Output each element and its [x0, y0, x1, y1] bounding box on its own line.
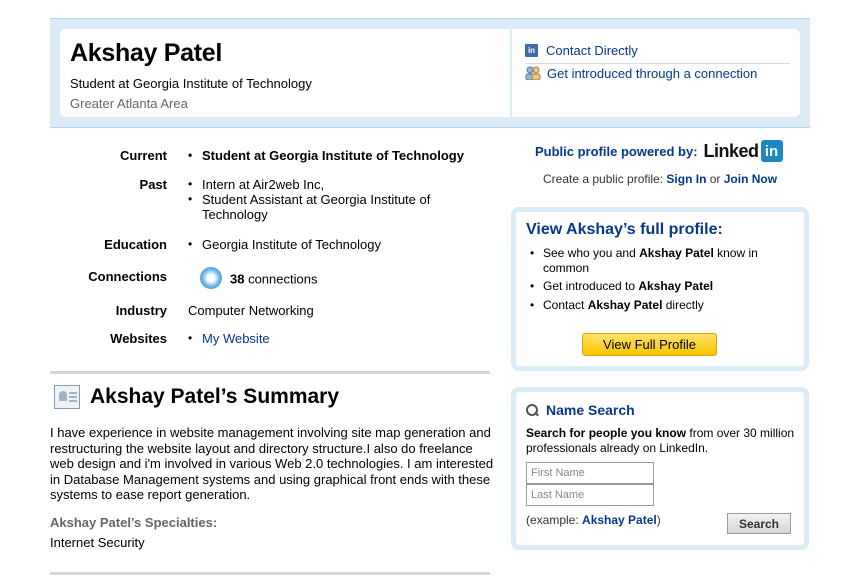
get-introduced-row[interactable]: Get introduced through a connection [525, 64, 790, 82]
detail-label-education: Education [104, 237, 167, 252]
specialties-heading: Akshay Patel’s Specialties: [50, 515, 218, 530]
header-divider [510, 29, 512, 117]
connections-icon [200, 267, 222, 289]
contact-block: in Contact Directly Get introduced throu… [525, 41, 790, 82]
website-item: My Website [188, 331, 488, 346]
connections-count: 38 [230, 271, 245, 287]
my-website-link[interactable]: My Website [202, 331, 270, 346]
summary-icon [54, 385, 80, 409]
item-pre: Get introduced to [543, 279, 639, 293]
profile-location: Greater Atlanta Area [70, 96, 188, 111]
industry-value: Computer Networking [188, 303, 314, 318]
join-now-link[interactable]: Join Now [724, 172, 777, 186]
sign-in-link[interactable]: Sign In [666, 172, 706, 186]
past-list: Intern at Air2web Inc, Student Assistant… [188, 177, 448, 222]
name-search-panel: Name Search Search for people you know f… [511, 387, 809, 550]
or-text: or [706, 172, 724, 186]
education-item: Georgia Institute of Technology [188, 237, 488, 252]
current-item: Student at Georgia Institute of Technolo… [188, 148, 488, 163]
full-profile-item: See who you and Akshay Patel know in com… [530, 246, 792, 275]
powered-by: Public profile powered by: Linked in [535, 140, 783, 162]
get-introduced-link[interactable]: Get introduced through a connection [547, 66, 757, 81]
contact-directly-row[interactable]: in Contact Directly [525, 41, 790, 59]
example-prefix: (example: [526, 513, 583, 527]
specialties-value: Internet Security [50, 535, 145, 550]
summary-bottom-rule [50, 572, 490, 575]
view-full-profile-button[interactable]: View Full Profile [582, 333, 717, 356]
example-name-link[interactable]: Akshay Patel [582, 513, 657, 527]
full-profile-item: Get introduced to Akshay Patel [530, 279, 792, 294]
connections-suffix: connections [244, 271, 318, 287]
websites-list: My Website [188, 331, 488, 346]
full-profile-panel: View Akshay’s full profile: See who you … [511, 207, 809, 371]
full-profile-title: View Akshay’s full profile: [526, 221, 723, 238]
search-button[interactable]: Search [727, 513, 791, 534]
search-desc-bold: Search for people you know [526, 426, 687, 440]
profile-name: Akshay Patel [70, 39, 223, 67]
linkedin-logo-word[interactable]: Linked [704, 141, 760, 162]
name-block: Akshay Patel Student at Georgia Institut… [70, 39, 510, 111]
item-post: directly [662, 297, 704, 312]
powered-by-text: Public profile powered by: [535, 143, 698, 159]
detail-label-websites: Websites [110, 331, 167, 346]
profile-headline: Student at Georgia Institute of Technolo… [70, 76, 312, 91]
item-pre: See who you and [543, 246, 640, 260]
summary-title: Akshay Patel’s Summary [90, 385, 340, 408]
detail-label-past: Past [139, 177, 167, 192]
current-list: Student at Georgia Institute of Technolo… [188, 148, 488, 163]
item-name: Akshay Patel [639, 246, 714, 260]
summary-top-rule [50, 371, 490, 374]
name-search-heading: Name Search [526, 402, 635, 418]
item-name: Akshay Patel [587, 297, 663, 312]
create-profile-prefix: Create a public profile: [543, 172, 667, 186]
connections-value: 38 connections [200, 267, 500, 291]
search-icon [526, 403, 539, 417]
summary-heading: Akshay Patel’s Summary [50, 385, 339, 409]
contact-directly-link[interactable]: Contact Directly [546, 43, 638, 58]
last-name-input[interactable] [526, 484, 654, 506]
detail-label-connections: Connections [88, 269, 167, 284]
linkedin-icon: in [525, 43, 538, 57]
item-pre: Contact [543, 297, 588, 312]
detail-label-industry: Industry [115, 303, 167, 318]
create-profile-line: Create a public profile: Sign In or Join… [543, 172, 777, 186]
header-card: Akshay Patel Student at Georgia Institut… [60, 29, 800, 117]
name-search-description: Search for people you know from over 30 … [526, 426, 806, 456]
search-example: (example: Akshay Patel) [526, 513, 661, 527]
past-item: Intern at Air2web Inc, [188, 177, 448, 192]
summary-body: I have experience in website management … [50, 425, 494, 502]
profile-header: Akshay Patel Student at Georgia Institut… [50, 18, 810, 128]
linkedin-logo-icon[interactable]: in [760, 140, 783, 162]
full-profile-list: See who you and Akshay Patel know in com… [530, 246, 792, 316]
detail-label-current: Current [120, 148, 167, 163]
people-icon [525, 66, 541, 80]
first-name-input[interactable] [526, 462, 654, 484]
full-profile-item: Contact Akshay Patel directly [530, 298, 792, 313]
example-suffix: ) [656, 513, 661, 527]
past-item: Student Assistant at Georgia Institute o… [188, 192, 448, 222]
item-name: Akshay Patel [638, 279, 714, 293]
education-list: Georgia Institute of Technology [188, 237, 488, 252]
name-search-title: Name Search [546, 402, 635, 418]
